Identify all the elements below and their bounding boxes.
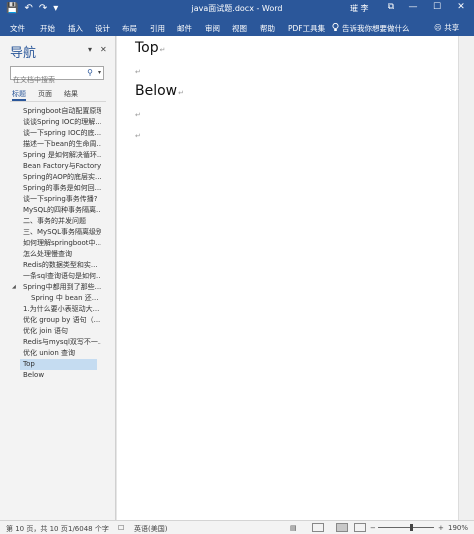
doc-heading-below[interactable]: Below↵ bbox=[135, 83, 184, 99]
tab-pages[interactable]: 页面 bbox=[38, 89, 52, 99]
heading-item[interactable]: Bean Factory与Factory... bbox=[23, 161, 101, 172]
heading-item[interactable]: Springboot自动配置原理 bbox=[23, 106, 101, 117]
heading-item[interactable]: 描述一下bean的生命周... bbox=[23, 139, 101, 150]
heading-item[interactable]: 谈一下spring IOC的底... bbox=[23, 128, 101, 139]
tab-help[interactable]: 帮助 bbox=[260, 23, 275, 34]
heading-item[interactable]: 1.为什么要小表驱动大... bbox=[23, 304, 101, 315]
language[interactable]: 英语(美国) bbox=[134, 524, 167, 534]
heading-item[interactable]: 谈谈Spring IOC的理解... bbox=[23, 117, 101, 128]
share-button[interactable]: ☹ 共享 bbox=[434, 22, 459, 33]
title-bar: 💾 ↶ ↷ ▾ java面试题.docx - Word 璀 李 ⧉ — ☐ ✕ bbox=[0, 0, 474, 18]
search-icon[interactable]: ⚲ bbox=[87, 68, 93, 77]
heading-item[interactable]: Redis与mysql双写不一... bbox=[23, 337, 101, 348]
vertical-scrollbar[interactable] bbox=[458, 36, 474, 520]
maximize-button[interactable]: ☐ bbox=[430, 2, 444, 12]
person-icon: ☹ bbox=[434, 23, 442, 32]
heading-item[interactable]: Spring的AOP的底层实... bbox=[23, 172, 101, 183]
print-layout-icon[interactable] bbox=[336, 523, 348, 532]
tab-review[interactable]: 审阅 bbox=[205, 23, 220, 34]
word-count[interactable]: 1/6048 个字 bbox=[68, 524, 109, 534]
tab-results[interactable]: 结果 bbox=[64, 89, 78, 99]
tab-mailings[interactable]: 邮件 bbox=[177, 23, 192, 34]
heading-item[interactable]: 如何理解springboot中... bbox=[23, 238, 101, 249]
window-title: java面试题.docx - Word bbox=[191, 4, 283, 13]
heading-item-selected[interactable]: Top bbox=[20, 359, 97, 370]
tab-view[interactable]: 视图 bbox=[232, 23, 247, 34]
lightbulb-icon bbox=[332, 22, 339, 34]
zoom-level[interactable]: 190% bbox=[448, 524, 468, 532]
status-bar: 第 10 页，共 10 页 1/6048 个字 ☐ 英语(美国) ▤ − + 1… bbox=[0, 520, 474, 534]
heading-item[interactable]: Redis的数据类型和实... bbox=[23, 260, 101, 271]
page-count[interactable]: 第 10 页，共 10 页 bbox=[6, 524, 68, 534]
heading-item[interactable]: 三、MySQL事务隔离级别 bbox=[23, 227, 101, 238]
focus-mode-icon[interactable]: ▤ bbox=[290, 524, 297, 532]
tab-insert[interactable]: 插入 bbox=[68, 23, 83, 34]
navigation-pane: 导航 ▾ ✕ ⚲ ▾ 标题 页面 结果 Springboot自动配置原理 谈谈S… bbox=[0, 36, 116, 520]
document-canvas: Top↵ ↵ Below↵ ↵ ↵ bbox=[117, 36, 474, 520]
heading-item[interactable]: 一条sql查询语句是如何... bbox=[23, 271, 101, 282]
heading-item[interactable]: 怎么处理慢查询 bbox=[23, 249, 101, 260]
heading-item[interactable]: 优化 union 查询 bbox=[23, 348, 101, 359]
zoom-in-button[interactable]: + bbox=[438, 524, 444, 532]
heading-item[interactable]: 二、事务的并发问题 bbox=[23, 216, 101, 227]
paragraph-mark: ↵ bbox=[159, 46, 166, 54]
web-layout-icon[interactable] bbox=[354, 523, 366, 532]
heading-item[interactable]: Spring的事务是如何回... bbox=[23, 183, 101, 194]
paragraph-mark: ↵ bbox=[135, 68, 141, 76]
heading-item[interactable]: Spring 是如何解决循环... bbox=[23, 150, 101, 161]
heading-item[interactable]: Spring 中 bean 还... bbox=[31, 293, 101, 304]
heading-item[interactable]: Below bbox=[23, 370, 101, 381]
tab-home[interactable]: 开始 bbox=[40, 23, 55, 34]
document-page[interactable]: Top↵ ↵ Below↵ ↵ ↵ bbox=[117, 36, 458, 520]
heading-top-text: Top bbox=[135, 40, 159, 56]
heading-item[interactable]: Spring中都用到了那些... bbox=[23, 282, 101, 293]
proofing-icon[interactable]: ☐ bbox=[118, 524, 124, 532]
zoom-slider-thumb[interactable] bbox=[410, 524, 413, 531]
nav-pane-options-icon[interactable]: ▾ bbox=[88, 45, 92, 54]
ribbon-display-options-icon[interactable]: ⧉ bbox=[384, 2, 398, 12]
zoom-out-button[interactable]: − bbox=[370, 524, 376, 532]
doc-heading-top[interactable]: Top↵ bbox=[135, 40, 166, 56]
close-button[interactable]: ✕ bbox=[454, 2, 468, 12]
nav-search-box: ⚲ ▾ bbox=[10, 66, 104, 86]
user-name[interactable]: 璀 李 bbox=[350, 3, 369, 14]
paragraph-mark: ↵ bbox=[135, 132, 141, 140]
tab-headings[interactable]: 标题 bbox=[12, 89, 26, 99]
minimize-button[interactable]: — bbox=[406, 2, 420, 12]
tab-file[interactable]: 文件 bbox=[10, 23, 25, 34]
nav-search-input[interactable] bbox=[11, 74, 81, 86]
read-mode-icon[interactable] bbox=[312, 523, 324, 532]
nav-pane-title: 导航 bbox=[10, 46, 37, 61]
nav-pane-close-icon[interactable]: ✕ bbox=[100, 45, 107, 54]
share-label: 共享 bbox=[444, 23, 460, 32]
tell-me-box[interactable]: 告诉我你想要做什么 bbox=[342, 23, 410, 34]
heading-item[interactable]: 优化 join 语句 bbox=[23, 326, 101, 337]
ribbon-tabs: 文件 开始 插入 设计 布局 引用 邮件 审阅 视图 帮助 PDF工具集 告诉我… bbox=[0, 18, 474, 36]
zoom-slider[interactable] bbox=[378, 527, 434, 528]
paragraph-mark: ↵ bbox=[135, 111, 141, 119]
tab-pdf-tools[interactable]: PDF工具集 bbox=[288, 23, 325, 34]
heading-item[interactable]: 谈一下spring事务传播? bbox=[23, 194, 101, 205]
nav-tabs-divider bbox=[10, 101, 106, 102]
heading-item[interactable]: MySQL的四种事务隔离... bbox=[23, 205, 101, 216]
heading-below-text: Below bbox=[135, 83, 178, 99]
paragraph-mark: ↵ bbox=[178, 89, 184, 97]
tab-references[interactable]: 引用 bbox=[150, 23, 165, 34]
tab-design[interactable]: 设计 bbox=[95, 23, 110, 34]
search-options-icon[interactable]: ▾ bbox=[98, 69, 101, 76]
tab-layout[interactable]: 布局 bbox=[122, 23, 137, 34]
collapse-arrow-icon[interactable]: ◢ bbox=[12, 282, 16, 293]
heading-item[interactable]: 优化 group by 语句（... bbox=[23, 315, 101, 326]
